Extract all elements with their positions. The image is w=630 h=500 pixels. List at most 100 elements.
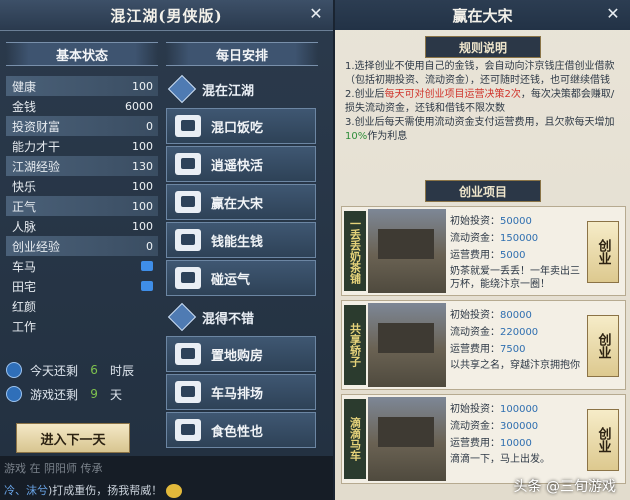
info-label: 运营费用： xyxy=(450,438,500,449)
bowl-icon xyxy=(175,115,201,137)
diamond-icon xyxy=(167,302,197,332)
project-desc: 以共享之名，穿越汴京拥抱你 xyxy=(450,360,580,371)
stat-row: 田宅 xyxy=(6,276,158,296)
stat-value: 6000 xyxy=(125,99,153,113)
timer-unit: 时辰 xyxy=(110,363,135,378)
action-label: 钱能生钱 xyxy=(211,234,264,250)
rules-heading: 规则说明 xyxy=(425,36,541,58)
project-name: 一丢丢奶茶铺 xyxy=(344,211,366,291)
action-label: 置地购房 xyxy=(211,348,264,364)
chat-text: )打成重伤，扬我帮威！ xyxy=(48,484,163,497)
basic-status-heading-label: 基本状态 xyxy=(55,48,108,64)
rules-text: 1.选择创业不使用自己的金钱，会自动向汴京钱庄借创业借款（包括初期投资、流动资金… xyxy=(345,60,620,144)
action-button[interactable]: 赢在大宋 xyxy=(166,184,316,220)
right-title-bar: 赢在大宋 ✕ xyxy=(335,0,630,30)
info-value: 80000 xyxy=(500,310,532,321)
action-label: 食色性也 xyxy=(211,424,264,440)
stat-value: 100 xyxy=(132,179,153,193)
start-business-button[interactable]: 创业 xyxy=(587,315,619,377)
rule-3-b: 作为利息 xyxy=(367,131,408,142)
action-label: 车马排场 xyxy=(211,386,264,402)
emoji-icon xyxy=(166,484,183,498)
stat-row: 投资财富 0 xyxy=(6,116,158,136)
start-business-button[interactable]: 创业 xyxy=(587,409,619,471)
right-title: 赢在大宋 xyxy=(452,6,513,25)
rule-2-a: 2.创业后 xyxy=(345,89,385,100)
left-close-icon[interactable]: ✕ xyxy=(307,5,325,23)
stat-value: 100 xyxy=(132,199,153,213)
shop-icon xyxy=(175,191,201,213)
projects-heading-label: 创业项目 xyxy=(458,184,507,199)
stat-label: 快乐 xyxy=(12,179,37,194)
stat-label: 创业经验 xyxy=(12,239,61,254)
action-button[interactable]: 碰运气 xyxy=(166,260,316,296)
info-value: 100000 xyxy=(500,404,539,415)
category-good: 混得不错 xyxy=(166,302,322,332)
project-image xyxy=(368,209,446,293)
stat-row: 红颜 xyxy=(6,296,158,316)
project-name: 共享轿子 xyxy=(344,305,366,385)
action-label: 混口饭吃 xyxy=(211,120,264,136)
stat-row: 车马 xyxy=(6,256,158,276)
stat-label: 工作 xyxy=(12,319,37,334)
stats-list: 健康 100 金钱 6000 投资财富 0 能力才干 100 江湖经验 130 快乐 100… xyxy=(6,76,158,336)
stat-row: 创业经验 0 xyxy=(6,236,158,256)
info-value: 220000 xyxy=(500,327,539,338)
dice-icon xyxy=(175,267,201,289)
timer-unit: 天 xyxy=(110,387,123,402)
stat-label: 正气 xyxy=(12,199,37,214)
action-button[interactable]: 逍遥快活 xyxy=(166,146,316,182)
action-button[interactable]: 钱能生钱 xyxy=(166,222,316,258)
stat-label: 田宅 xyxy=(12,279,37,294)
info-tag-icon[interactable] xyxy=(141,261,153,271)
stat-row: 工作 xyxy=(6,316,158,336)
action-button[interactable]: 食色性也 xyxy=(166,412,316,448)
stat-value: 0 xyxy=(146,119,153,133)
project-info: 初始投资：80000 流动资金：220000 运营费用：7500 xyxy=(450,307,570,358)
horse-icon xyxy=(175,381,201,403)
chat-bar: 游戏 在 阴阳师 传承 冷、沫兮)打成重伤，扬我帮威！ xyxy=(0,456,333,500)
stat-label: 江湖经验 xyxy=(12,159,61,174)
info-label: 流动资金： xyxy=(450,233,500,244)
next-day-button[interactable]: 进入下一天 xyxy=(16,423,130,453)
info-tag-icon[interactable] xyxy=(141,281,153,291)
projects-heading: 创业项目 xyxy=(425,180,541,202)
left-panel: 混江湖(男侠版) ✕ 基本状态 健康 100 金钱 6000 投资财富 0 能力才干 1… xyxy=(0,0,333,500)
action-label: 赢在大宋 xyxy=(211,196,264,212)
clock-icon xyxy=(6,362,22,378)
category-label: 混得不错 xyxy=(202,311,255,327)
timer-label: 游戏还剩 xyxy=(30,387,79,402)
project-image xyxy=(368,303,446,387)
jar-icon xyxy=(175,153,201,175)
action-label: 碰运气 xyxy=(211,272,251,288)
project-name: 滴滴马车 xyxy=(344,399,366,479)
stat-row: 快乐 100 xyxy=(6,176,158,196)
daily-heading-label: 每日安排 xyxy=(215,48,268,64)
stat-row: 健康 100 xyxy=(6,76,158,96)
stat-row: 金钱 6000 xyxy=(6,96,158,116)
stat-label: 红颜 xyxy=(12,299,37,314)
stat-label: 投资财富 xyxy=(12,119,61,134)
category-label: 混在江湖 xyxy=(202,83,255,99)
action-button[interactable]: 车马排场 xyxy=(166,374,316,410)
action-button[interactable]: 置地购房 xyxy=(166,336,316,372)
chat-names[interactable]: 冷、沫兮 xyxy=(4,484,48,497)
stat-value: 100 xyxy=(132,139,153,153)
coin-icon xyxy=(175,229,201,251)
project-info: 初始投资：100000 流动资金：300000 运营费用：10000 xyxy=(450,401,570,452)
info-label: 运营费用： xyxy=(450,250,500,261)
project-card: 滴滴马车 初始投资：100000 流动资金：300000 运营费用：10000 … xyxy=(341,394,626,484)
right-panel: 赢在大宋 ✕ 规则说明 1.选择创业不使用自己的金钱，会自动向汴京钱庄借创业借款… xyxy=(335,0,630,500)
info-label: 初始投资： xyxy=(450,310,500,321)
timer-label: 今天还剩 xyxy=(30,363,79,378)
timer-game: 游戏还剩 9 天 xyxy=(6,384,158,404)
stat-label: 健康 xyxy=(12,79,37,94)
right-close-icon[interactable]: ✕ xyxy=(604,5,622,23)
rule-2-highlight: 每天可对创业项目运营决策2次 xyxy=(384,89,521,100)
action-button[interactable]: 混口饭吃 xyxy=(166,108,316,144)
stat-value: 100 xyxy=(132,79,153,93)
info-label: 流动资金： xyxy=(450,421,500,432)
house-icon xyxy=(175,343,201,365)
info-label: 流动资金： xyxy=(450,327,500,338)
start-business-button[interactable]: 创业 xyxy=(587,221,619,283)
